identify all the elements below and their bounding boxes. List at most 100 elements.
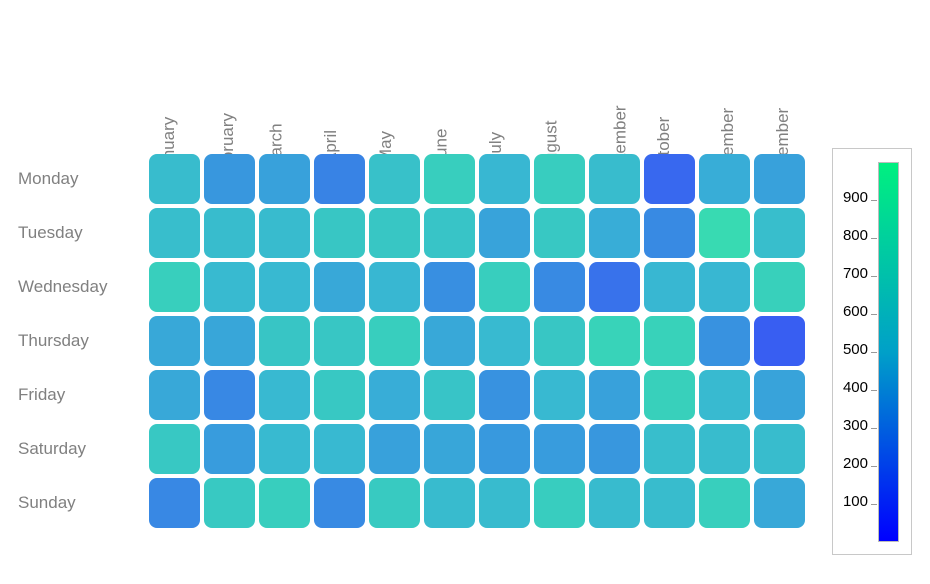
- heatmap-cell[interactable]: [424, 424, 475, 474]
- heatmap-cell[interactable]: [699, 424, 750, 474]
- heatmap-cell[interactable]: [479, 208, 530, 258]
- heatmap-cell[interactable]: [259, 370, 310, 420]
- heatmap-cell[interactable]: [314, 262, 365, 312]
- heatmap-cell[interactable]: [369, 262, 420, 312]
- colorbar-tick-label: 700: [842, 265, 868, 282]
- heatmap-cell[interactable]: [589, 262, 640, 312]
- heatmap-cell[interactable]: [204, 208, 255, 258]
- heatmap-cell[interactable]: [149, 424, 200, 474]
- heatmap-cell[interactable]: [479, 478, 530, 528]
- colorbar-tick-label: 900: [842, 189, 868, 206]
- heatmap-cell[interactable]: [314, 154, 365, 204]
- heatmap-cell[interactable]: [314, 478, 365, 528]
- heatmap-cell[interactable]: [534, 262, 585, 312]
- heatmap-cell[interactable]: [424, 154, 475, 204]
- heatmap-cell[interactable]: [644, 424, 695, 474]
- heatmap-cell[interactable]: [589, 370, 640, 420]
- y-tick-label-thursday: Thursday: [18, 331, 89, 350]
- heatmap-cell[interactable]: [534, 208, 585, 258]
- colorbar-tick-mark: [871, 200, 877, 201]
- heatmap-cell[interactable]: [149, 154, 200, 204]
- heatmap-cell[interactable]: [644, 370, 695, 420]
- heatmap-cell[interactable]: [534, 154, 585, 204]
- heatmap-cell[interactable]: [479, 424, 530, 474]
- heatmap-cell[interactable]: [644, 316, 695, 366]
- heatmap-cell[interactable]: [149, 316, 200, 366]
- heatmap-cell[interactable]: [149, 208, 200, 258]
- heatmap-grid: [147, 152, 807, 530]
- heatmap-cell[interactable]: [644, 154, 695, 204]
- colorbar-gradient-bar: [878, 162, 899, 542]
- heatmap-cell[interactable]: [259, 262, 310, 312]
- heatmap-cell[interactable]: [369, 424, 420, 474]
- heatmap-cell[interactable]: [314, 424, 365, 474]
- heatmap-cell[interactable]: [534, 316, 585, 366]
- heatmap-cell[interactable]: [589, 208, 640, 258]
- heatmap-cell[interactable]: [699, 316, 750, 366]
- heatmap-cell[interactable]: [644, 262, 695, 312]
- heatmap-cell[interactable]: [424, 478, 475, 528]
- heatmap-cell[interactable]: [259, 208, 310, 258]
- heatmap-cell[interactable]: [424, 370, 475, 420]
- heatmap-cell[interactable]: [754, 316, 805, 366]
- heatmap-cell[interactable]: [479, 316, 530, 366]
- heatmap-cell[interactable]: [369, 478, 420, 528]
- heatmap-cell[interactable]: [259, 478, 310, 528]
- heatmap-cell[interactable]: [149, 370, 200, 420]
- heatmap-cell[interactable]: [589, 478, 640, 528]
- heatmap-cell[interactable]: [479, 154, 530, 204]
- heatmap-cell[interactable]: [644, 208, 695, 258]
- heatmap-cell[interactable]: [204, 424, 255, 474]
- colorbar-legend: 100 200 300 400 500 600 700 800 900: [832, 148, 912, 555]
- colorbar-tick-mark: [871, 466, 877, 467]
- heatmap-cell[interactable]: [479, 262, 530, 312]
- heatmap-cell[interactable]: [754, 424, 805, 474]
- heatmap-cell[interactable]: [699, 208, 750, 258]
- heatmap-cell[interactable]: [369, 154, 420, 204]
- heatmap-cell[interactable]: [369, 370, 420, 420]
- heatmap-cell[interactable]: [644, 478, 695, 528]
- heatmap-cell[interactable]: [534, 370, 585, 420]
- heatmap-cell[interactable]: [534, 478, 585, 528]
- heatmap-cell[interactable]: [424, 316, 475, 366]
- heatmap-cell[interactable]: [369, 208, 420, 258]
- colorbar-tick-mark: [871, 352, 877, 353]
- heatmap-cell[interactable]: [259, 424, 310, 474]
- heatmap-cell[interactable]: [369, 316, 420, 366]
- heatmap-cell[interactable]: [259, 154, 310, 204]
- heatmap-cell[interactable]: [589, 316, 640, 366]
- heatmap-cell[interactable]: [754, 478, 805, 528]
- heatmap-cell[interactable]: [699, 370, 750, 420]
- heatmap-cell[interactable]: [204, 370, 255, 420]
- heatmap-cell[interactable]: [754, 262, 805, 312]
- heatmap-cell[interactable]: [204, 316, 255, 366]
- heatmap-cell[interactable]: [754, 208, 805, 258]
- heatmap-cell[interactable]: [754, 370, 805, 420]
- heatmap-cell[interactable]: [204, 154, 255, 204]
- heatmap-cell[interactable]: [149, 262, 200, 312]
- heatmap-cell[interactable]: [204, 262, 255, 312]
- heatmap-cell[interactable]: [314, 208, 365, 258]
- heatmap-cell[interactable]: [754, 154, 805, 204]
- heatmap-cell[interactable]: [204, 478, 255, 528]
- colorbar-tick-label: 400: [842, 379, 868, 396]
- colorbar-tick-label: 100: [842, 493, 868, 510]
- heatmap-cell[interactable]: [534, 424, 585, 474]
- heatmap-cell[interactable]: [314, 370, 365, 420]
- heatmap-cell[interactable]: [589, 424, 640, 474]
- colorbar-tick-label: 800: [842, 227, 868, 244]
- heatmap-cell[interactable]: [479, 370, 530, 420]
- heatmap-cell[interactable]: [149, 478, 200, 528]
- heatmap-cell[interactable]: [314, 316, 365, 366]
- y-tick-label-tuesday: Tuesday: [18, 223, 83, 242]
- heatmap-cell[interactable]: [589, 154, 640, 204]
- heatmap-cell[interactable]: [259, 316, 310, 366]
- colorbar-tick-label: 200: [842, 455, 868, 472]
- heatmap-cell[interactable]: [699, 478, 750, 528]
- heatmap-cell[interactable]: [424, 208, 475, 258]
- heatmap-figure: January February March April May June July Augu…: [0, 0, 930, 584]
- heatmap-cell[interactable]: [699, 262, 750, 312]
- heatmap-cell[interactable]: [699, 154, 750, 204]
- colorbar-tick-label: 300: [842, 417, 868, 434]
- heatmap-cell[interactable]: [424, 262, 475, 312]
